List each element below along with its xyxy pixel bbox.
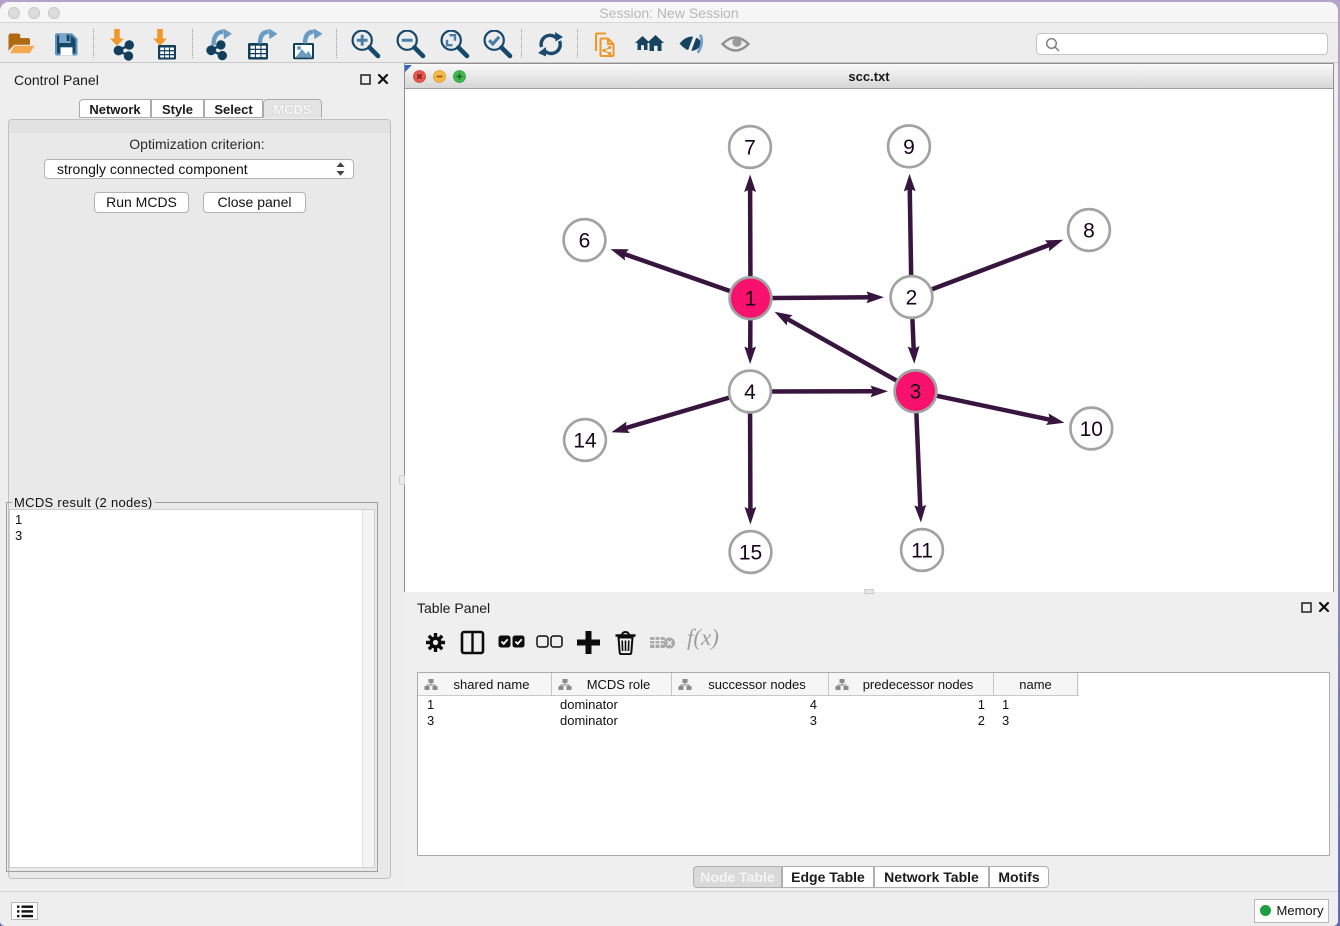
svg-text:10: 10 — [1080, 418, 1103, 441]
svg-text:2: 2 — [906, 286, 918, 309]
svg-text:6: 6 — [579, 229, 591, 252]
svg-text:4: 4 — [744, 381, 756, 404]
svg-text:7: 7 — [744, 136, 756, 159]
svg-text:8: 8 — [1083, 219, 1095, 242]
svg-text:11: 11 — [911, 539, 933, 562]
svg-text:9: 9 — [903, 136, 915, 159]
svg-text:14: 14 — [573, 429, 597, 452]
svg-text:15: 15 — [739, 541, 762, 564]
svg-text:1: 1 — [745, 288, 757, 311]
svg-text:3: 3 — [910, 381, 922, 404]
